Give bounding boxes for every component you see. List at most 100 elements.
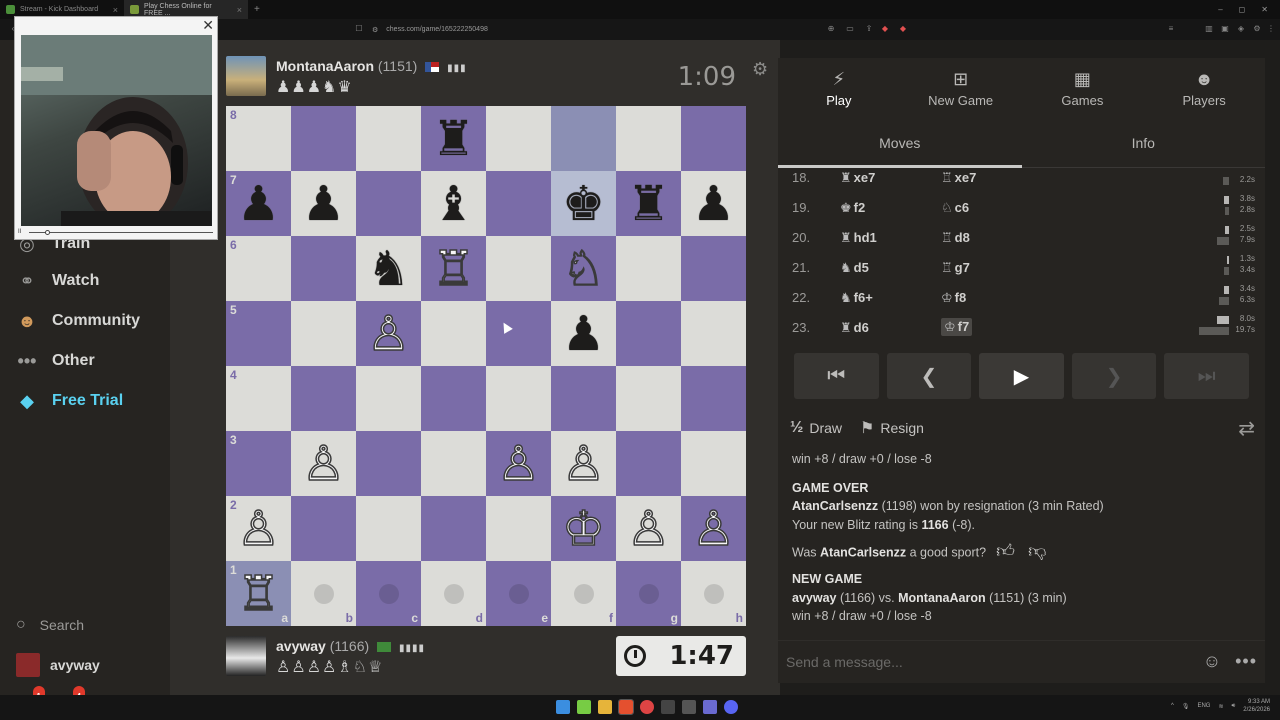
square-e4[interactable] — [486, 366, 551, 431]
bottom-player-username[interactable]: avyway — [276, 638, 326, 654]
draw-button[interactable]: ½ Draw — [790, 419, 842, 437]
square-b4[interactable] — [291, 366, 356, 431]
site-info-icon[interactable]: ⚙ — [372, 26, 378, 34]
chess-piece[interactable]: ♝ — [432, 180, 475, 228]
square-f2[interactable]: ♔ — [551, 496, 616, 561]
square-f6[interactable]: ♘ — [551, 236, 616, 301]
close-window-icon[interactable]: ✕ — [1261, 5, 1268, 14]
square-g3[interactable] — [616, 431, 681, 496]
square-c1[interactable]: c — [356, 561, 421, 626]
avatar[interactable] — [226, 56, 266, 96]
tab-info[interactable]: Info — [1022, 126, 1266, 167]
clock[interactable]: 9:33 AM 2/26/2026 — [1243, 698, 1270, 714]
square-e6[interactable] — [486, 236, 551, 301]
chess-piece[interactable]: ♙ — [366, 309, 411, 359]
black-move[interactable]: ♘ c6 — [941, 200, 969, 216]
tab-moves[interactable]: Moves — [778, 126, 1022, 168]
square-c4[interactable] — [356, 366, 421, 431]
black-move[interactable]: ♔ f8 — [941, 290, 966, 306]
white-move[interactable]: ♜ xe7 — [840, 170, 875, 186]
square-f1[interactable]: f — [551, 561, 616, 626]
start-icon[interactable] — [556, 700, 570, 714]
white-move[interactable]: ♜ hd1 — [840, 230, 877, 246]
black-move[interactable]: ♖ d8 — [941, 230, 970, 246]
square-d7[interactable]: ♝ — [421, 171, 486, 236]
thumbs-up-icon[interactable]: 👍︎ — [996, 542, 1018, 564]
chess-board[interactable]: 8 ♜ 7 ♟ ♟ ♝ ♚ ♜ ♟ 6 ♞ ♖ ♘ 5 ♙ ♟ 4 3 ♙ ♙ ♙ 2 ♙ ♔ ♙ ♙ 1 a ♖ b c d e f g h — [226, 106, 746, 626]
chess-piece[interactable]: ♙ — [236, 504, 281, 554]
chess-piece[interactable]: ♖ — [236, 569, 281, 619]
app-icon[interactable] — [577, 700, 591, 714]
next-move-button[interactable]: ❯ — [1071, 353, 1157, 399]
square-d5[interactable] — [421, 301, 486, 366]
white-move[interactable]: ♜ d6 — [840, 320, 869, 336]
bookmark-icon[interactable]: ☐ — [354, 24, 364, 34]
square-h5[interactable] — [681, 301, 746, 366]
square-h1[interactable]: h — [681, 561, 746, 626]
overflow-icon[interactable]: ⋮ — [1266, 24, 1276, 34]
sidebar-profile[interactable]: avyway — [16, 653, 100, 677]
square-g6[interactable] — [616, 236, 681, 301]
chess-piece[interactable]: ♙ — [626, 504, 671, 554]
square-a1[interactable]: 1 a ♖ — [226, 561, 291, 626]
square-b5[interactable] — [291, 301, 356, 366]
player-username[interactable]: avyway — [792, 591, 836, 605]
square-g8[interactable] — [616, 106, 681, 171]
avatar[interactable] — [226, 636, 266, 676]
vpn-icon[interactable]: ◈ — [1236, 24, 1246, 34]
opponent-username[interactable]: AtanCarlsenzz — [820, 545, 906, 559]
square-h2[interactable]: ♙ — [681, 496, 746, 561]
tab-play[interactable]: ⚡︎ Play — [778, 58, 900, 118]
square-c6[interactable]: ♞ — [356, 236, 421, 301]
square-f8[interactable] — [551, 106, 616, 171]
tab-players[interactable]: ☻ Players — [1143, 58, 1265, 118]
sidebar-item-community[interactable]: ☻ Community — [14, 308, 140, 334]
square-f4[interactable] — [551, 366, 616, 431]
square-h6[interactable] — [681, 236, 746, 301]
webcam-overlay[interactable]: ✕ II — [14, 16, 218, 240]
settings-icon[interactable]: ⚙ — [1252, 24, 1262, 34]
black-move[interactable]: ♖ xe7 — [941, 170, 976, 186]
square-g5[interactable] — [616, 301, 681, 366]
black-move[interactable]: ♖ g7 — [941, 260, 970, 276]
square-f5[interactable]: ♟ — [551, 301, 616, 366]
close-icon[interactable]: ✕ — [202, 17, 214, 34]
square-c2[interactable] — [356, 496, 421, 561]
new-tab-icon[interactable]: + — [248, 4, 266, 15]
obs-icon[interactable] — [640, 700, 654, 714]
square-c5[interactable]: ♙ — [356, 301, 421, 366]
square-c7[interactable] — [356, 171, 421, 236]
sidebar-item-watch[interactable]: ⚭ Watch — [14, 268, 99, 294]
chess-piece[interactable]: ♙ — [561, 439, 606, 489]
winner-username[interactable]: AtanCarlsenzz — [792, 499, 878, 513]
board-settings-gear-icon[interactable]: ⚙ — [752, 59, 768, 80]
chess-piece[interactable]: ♟ — [302, 180, 345, 228]
chess-piece[interactable]: ♞ — [367, 245, 410, 293]
tray-chevron-icon[interactable]: ^ — [1171, 703, 1174, 709]
square-g4[interactable] — [616, 366, 681, 431]
brave-icon[interactable] — [618, 699, 634, 715]
chess-piece[interactable]: ♙ — [301, 439, 346, 489]
chess-piece[interactable]: ♟ — [237, 180, 280, 228]
chess-piece[interactable]: ♜ — [627, 180, 670, 228]
app-icon[interactable] — [682, 700, 696, 714]
thumbs-down-icon[interactable]: 👎︎ — [1028, 542, 1050, 564]
square-h3[interactable] — [681, 431, 746, 496]
chess-piece[interactable]: ♟ — [692, 180, 735, 228]
square-b7[interactable]: ♟ — [291, 171, 356, 236]
screen-icon[interactable]: ▭ — [845, 24, 855, 34]
chess-piece[interactable]: ♘ — [561, 244, 606, 294]
square-e7[interactable] — [486, 171, 551, 236]
legal-move-dot[interactable] — [378, 583, 399, 604]
emoji-icon[interactable]: ☺ — [1203, 651, 1221, 672]
square-e3[interactable]: ♙ — [486, 431, 551, 496]
square-d1[interactable]: d — [421, 561, 486, 626]
square-e2[interactable] — [486, 496, 551, 561]
square-a7[interactable]: 7 ♟ — [226, 171, 291, 236]
chess-piece[interactable]: ♙ — [496, 439, 541, 489]
white-move[interactable]: ♞ f6+ — [840, 290, 873, 306]
square-d8[interactable]: ♜ — [421, 106, 486, 171]
square-b2[interactable] — [291, 496, 356, 561]
legal-move-dot[interactable] — [703, 583, 724, 604]
square-a2[interactable]: 2 ♙ — [226, 496, 291, 561]
